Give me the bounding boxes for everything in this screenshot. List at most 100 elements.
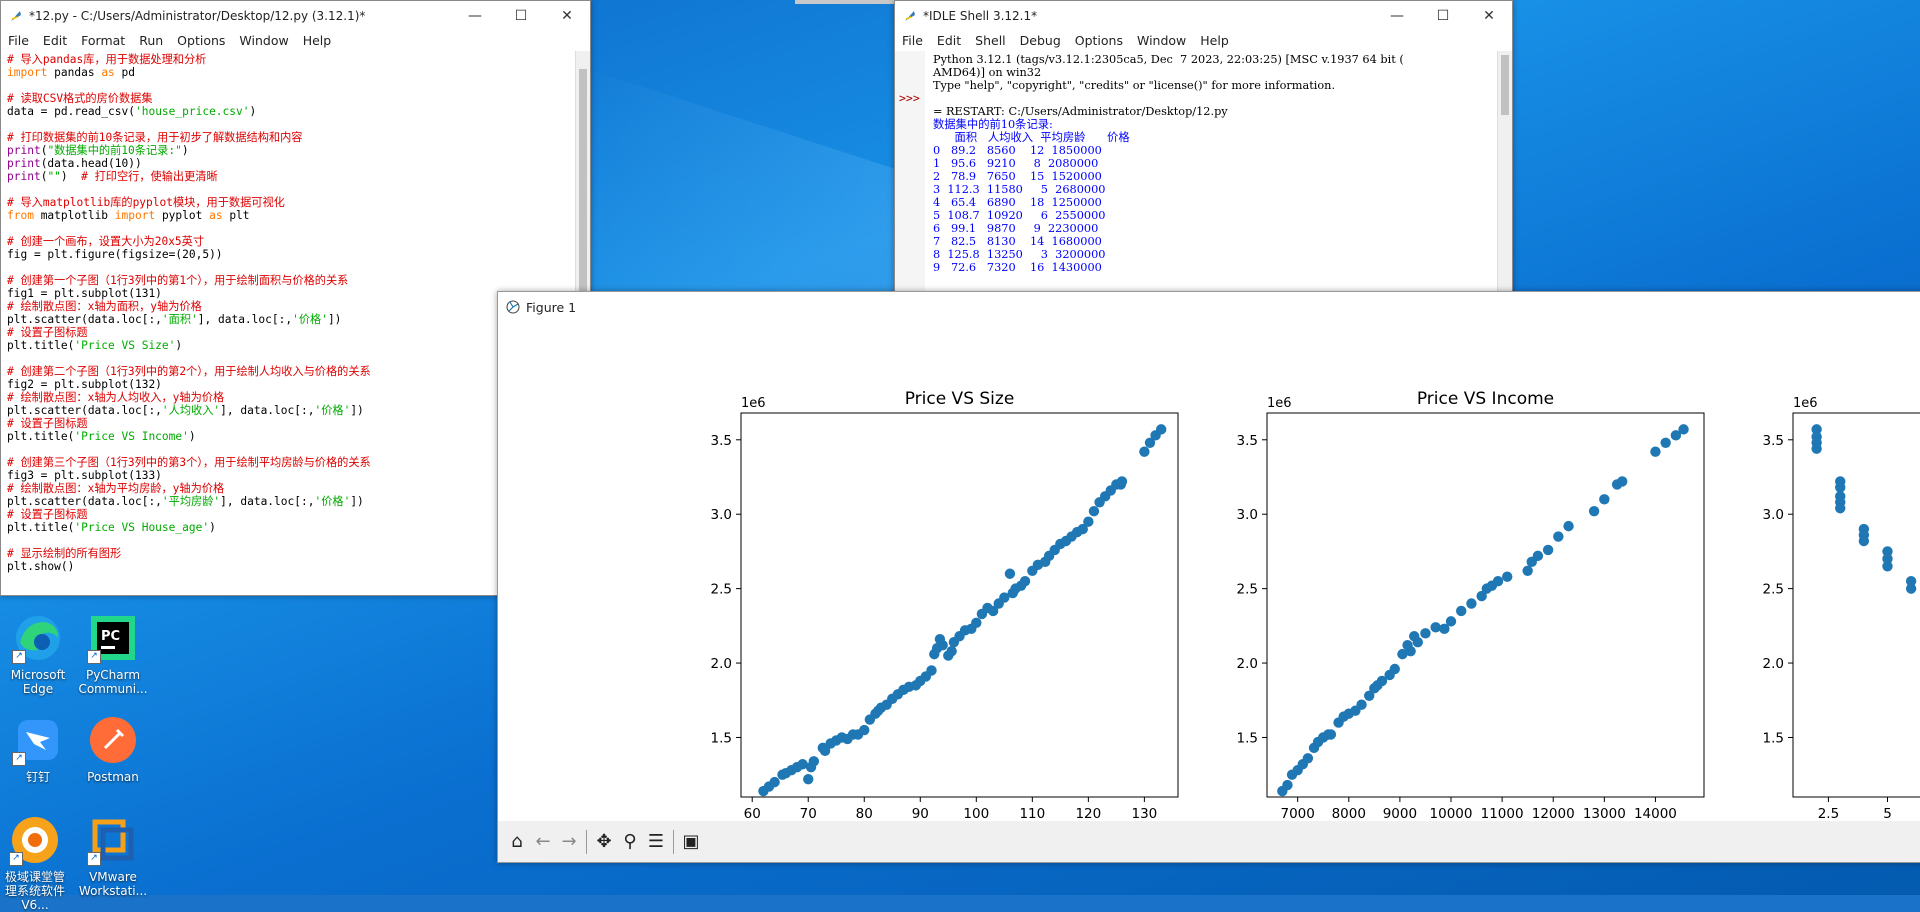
- scatter-point: [1835, 482, 1846, 493]
- figure-title: Figure 1: [526, 299, 577, 315]
- figure-canvas[interactable]: Price VS Size 1e6 1.5 2.0 2.5 3.0 3.5 60 70 80 90 1…: [498, 322, 1920, 822]
- shell-output-line: 4 65.4 6890 18 1250000: [933, 196, 1102, 209]
- shell-output-line: 0 89.2 8560 12 1850000: [933, 144, 1102, 157]
- save-icon[interactable]: ▣: [678, 829, 704, 855]
- scatter-point: [1660, 437, 1671, 448]
- menu-edit[interactable]: Edit: [930, 31, 968, 51]
- back-arrow-icon[interactable]: ←: [530, 829, 556, 855]
- scatter-point: [1532, 550, 1544, 562]
- window-title: *IDLE Shell 3.12.1*: [923, 9, 1038, 23]
- idle-feather-icon: [905, 11, 915, 21]
- scatter-point: [1650, 446, 1661, 457]
- shell-window[interactable]: *IDLE Shell 3.12.1* — ☐ ✕ File Edit Shel…: [894, 0, 1513, 302]
- y-tick-label: 3.5: [1237, 433, 1258, 449]
- axes-frame: [740, 412, 1179, 798]
- menu-format[interactable]: Format: [74, 31, 132, 51]
- zoom-icon[interactable]: ⚲: [617, 829, 643, 855]
- scatter-point: [1882, 561, 1893, 572]
- y-tick-label: 1.5: [711, 730, 732, 746]
- close-icon[interactable]: ✕: [1466, 1, 1512, 31]
- y-tick-label: 3.5: [711, 433, 732, 449]
- menu-debug[interactable]: Debug: [1013, 31, 1068, 51]
- chart-title: Price VS Income: [1417, 389, 1554, 409]
- desktop-icon-dingtalk[interactable]: ↗ 钉钉: [3, 714, 73, 784]
- maximize-icon[interactable]: ☐: [1420, 1, 1466, 31]
- scatter-point: [1083, 516, 1094, 527]
- y-tick-label: 1.5: [1763, 730, 1784, 746]
- scatter-point: [1019, 575, 1031, 587]
- shell-output-line: 面积 人均收入 平均房龄 价格: [933, 131, 1130, 144]
- y-tick-label: 2.0: [711, 656, 732, 672]
- menu-file[interactable]: File: [895, 31, 930, 51]
- menu-run[interactable]: Run: [132, 31, 170, 51]
- x-tick-label: 7000: [1280, 806, 1314, 822]
- menu-window[interactable]: Window: [1130, 31, 1193, 51]
- scatter-point: [1004, 568, 1016, 579]
- classroom-manager-icon: ↗: [9, 814, 61, 866]
- scatter-point: [1492, 575, 1504, 587]
- scatter-point: [1155, 424, 1167, 435]
- x-tick-label: 10000: [1430, 806, 1473, 822]
- scatter-point: [946, 645, 957, 657]
- desktop-icon-label: 极域课堂管理系统软件V6...: [4, 870, 65, 912]
- figure-window[interactable]: Figure 1 Price VS Size 1e6 1.5 2.0 2.5 3.0 3.5…: [497, 291, 1920, 863]
- desktop-icon-classroom-manager[interactable]: ↗ 极域课堂管理系统软件V6...: [0, 814, 70, 912]
- x-tick-label: 110: [1019, 806, 1045, 822]
- menu-window[interactable]: Window: [232, 31, 295, 51]
- shell-titlebar[interactable]: *IDLE Shell 3.12.1* — ☐ ✕: [895, 1, 1512, 31]
- figure-titlebar[interactable]: Figure 1: [498, 292, 1920, 322]
- shell-scrollbar[interactable]: [1497, 51, 1512, 301]
- shell-prompt-gutter: >>>: [895, 51, 925, 301]
- y-tick-label: 2.5: [711, 582, 732, 598]
- scatter-point: [1858, 535, 1870, 547]
- menu-help[interactable]: Help: [1193, 31, 1236, 51]
- y-tick-label: 2.0: [1763, 656, 1784, 672]
- shell-banner-line: AMD64)] on win32: [933, 66, 1042, 79]
- scatter-point: [1420, 628, 1431, 639]
- y-tick-label: 3.0: [1763, 507, 1784, 523]
- scatter-point: [937, 639, 948, 651]
- shell-output-line: 2 78.9 7650 15 1520000: [933, 170, 1102, 183]
- minimize-icon[interactable]: —: [1374, 1, 1420, 31]
- code-editor[interactable]: # 导入pandas库，用于数据处理和分析 import pandas as p…: [1, 51, 576, 595]
- menu-options[interactable]: Options: [170, 31, 232, 51]
- desktop-icon-label: Microsoft Edge: [10, 668, 66, 696]
- idle-feather-icon: [11, 11, 21, 21]
- menu-shell[interactable]: Shell: [968, 31, 1013, 51]
- x-tick-label: 12000: [1532, 806, 1575, 822]
- close-icon[interactable]: ✕: [544, 1, 590, 31]
- scatter-point: [1502, 571, 1513, 582]
- window-title: *12.py - C:/Users/Administrator/Desktop/…: [29, 9, 366, 23]
- desktop-icon-postman[interactable]: Postman: [78, 714, 148, 784]
- editor-titlebar[interactable]: *12.py - C:/Users/Administrator/Desktop/…: [1, 1, 590, 31]
- forward-arrow-icon[interactable]: →: [556, 829, 582, 855]
- scatter-point: [926, 665, 937, 676]
- shell-output-line: 9 72.6 7320 16 1430000: [933, 261, 1102, 274]
- pan-icon[interactable]: ✥: [591, 829, 617, 855]
- menu-options[interactable]: Options: [1068, 31, 1130, 51]
- axes-frame: [1792, 412, 1920, 798]
- configure-subplots-icon[interactable]: ☰: [643, 829, 669, 855]
- scatter-point: [1522, 565, 1533, 576]
- desktop-icon-vmware[interactable]: ↗ VMware Workstati...: [78, 814, 148, 898]
- menu-file[interactable]: File: [1, 31, 36, 51]
- menu-edit[interactable]: Edit: [36, 31, 74, 51]
- edge-icon: ↗: [12, 612, 64, 664]
- desktop-icon-label: Postman: [87, 770, 139, 784]
- x-tick-label: 9000: [1383, 806, 1417, 822]
- menu-help[interactable]: Help: [296, 31, 339, 51]
- maximize-icon[interactable]: ☐: [498, 1, 544, 31]
- shell-output-line: 7 82.5 8130 14 1680000: [933, 235, 1102, 248]
- x-tick-label: 14000: [1634, 806, 1677, 822]
- desktop-icon-edge[interactable]: ↗ Microsoft Edge: [3, 612, 73, 696]
- x-tick-label: 100: [963, 806, 989, 822]
- desktop-icon-pycharm[interactable]: PC ↗ PyCharm Communi...: [78, 612, 148, 696]
- y-tick-label: 2.5: [1763, 582, 1784, 598]
- shell-output[interactable]: Python 3.12.1 (tags/v3.12.1:2305ca5, Dec…: [929, 51, 1498, 301]
- y-offset-label: 1e6: [1793, 396, 1818, 411]
- minimize-icon[interactable]: —: [452, 1, 498, 31]
- pycharm-icon: PC ↗: [87, 612, 139, 664]
- home-icon[interactable]: ⌂: [504, 829, 530, 855]
- x-tick-label: 11000: [1481, 806, 1524, 822]
- x-tick-label: 8000: [1332, 806, 1366, 822]
